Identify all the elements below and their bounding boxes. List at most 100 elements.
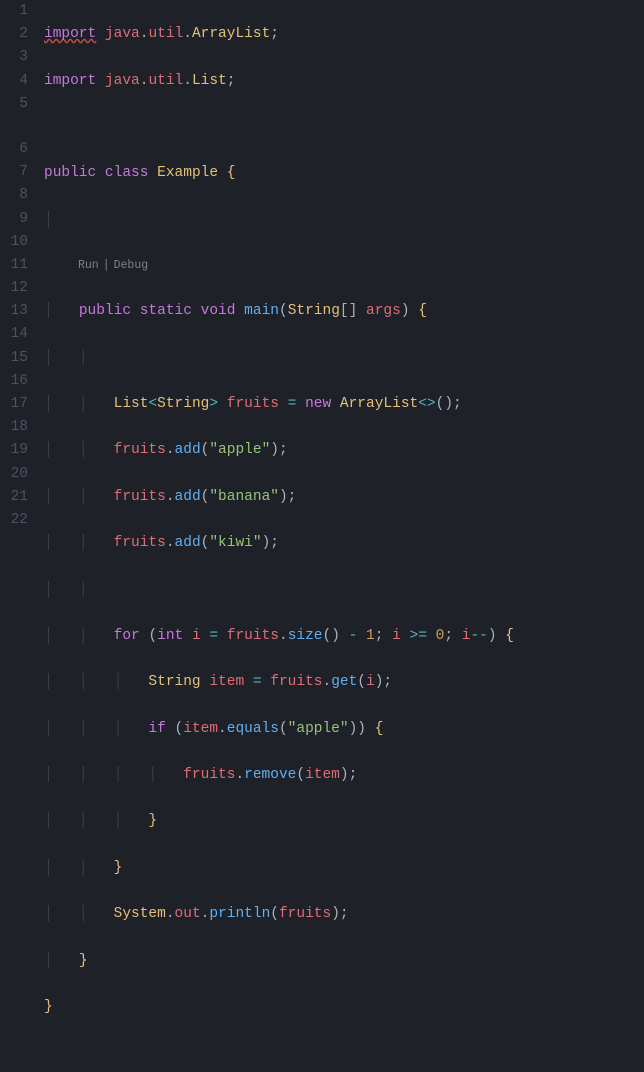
code-line[interactable]: │ │ for (int i = fruits.size() - 1; i >=… — [44, 625, 644, 648]
code-line[interactable]: import java.util.ArrayList; — [44, 23, 644, 46]
var: i — [392, 628, 401, 644]
param: args — [366, 303, 401, 319]
method: equals — [227, 721, 279, 737]
code-line[interactable]: │ │ System.out.println(fruits); — [44, 903, 644, 926]
line-number: 20 — [0, 463, 28, 486]
keyword: public — [79, 303, 131, 319]
keyword: class — [105, 165, 149, 181]
var: i — [366, 674, 375, 690]
line-number: 18 — [0, 416, 28, 439]
code-line[interactable]: │ } — [44, 950, 644, 973]
line-number: 22 — [0, 509, 28, 532]
keyword: int — [157, 628, 183, 644]
var: fruits — [183, 767, 235, 783]
code-line[interactable]: │ │ │ String item = fruits.get(i); — [44, 671, 644, 694]
pkg: java — [105, 26, 140, 42]
string-literal: "kiwi" — [209, 535, 261, 551]
keyword: if — [148, 721, 165, 737]
code-line[interactable]: │ │ │ if (item.equals("apple")) { — [44, 718, 644, 741]
var: item — [305, 767, 340, 783]
method: println — [209, 906, 270, 922]
code-line[interactable]: import java.util.List; — [44, 70, 644, 93]
codelens-run[interactable]: Run — [78, 257, 99, 275]
line-number: 12 — [0, 277, 28, 300]
line-number: 4 — [0, 70, 28, 93]
line-number: 11 — [0, 254, 28, 277]
keyword-import: import — [44, 26, 96, 42]
code-line[interactable]: } — [44, 996, 644, 1019]
pkg: java — [105, 73, 140, 89]
number: 0 — [436, 628, 445, 644]
var: fruits — [114, 489, 166, 505]
type: List — [192, 73, 227, 89]
code-area[interactable]: import java.util.ArrayList; import java.… — [44, 0, 644, 536]
pkg: util — [148, 26, 183, 42]
var: fruits — [227, 396, 279, 412]
code-line[interactable]: public class Example { — [44, 162, 644, 185]
code-lens: Run|Debug — [44, 255, 644, 277]
line-number: 2 — [0, 23, 28, 46]
line-number-gutter: 1 2 3 4 5 6 7 8 9 10 11 12 13 14 15 16 1… — [0, 0, 44, 536]
method-name: main — [244, 303, 279, 319]
line-number: 16 — [0, 370, 28, 393]
string-literal: "apple" — [209, 442, 270, 458]
number: 1 — [366, 628, 375, 644]
type: String — [288, 303, 340, 319]
keyword: new — [305, 396, 331, 412]
line-number: 17 — [0, 393, 28, 416]
keyword: for — [114, 628, 140, 644]
line-number: 3 — [0, 46, 28, 69]
line-number: 5 — [0, 93, 28, 116]
var: fruits — [227, 628, 279, 644]
line-number: 7 — [0, 161, 28, 184]
class-name: Example — [157, 165, 218, 181]
code-line[interactable]: │ │ │ │ fruits.remove(item); — [44, 764, 644, 787]
code-line[interactable]: │ │ — [44, 579, 644, 602]
var: i — [462, 628, 471, 644]
type: ArrayList — [192, 26, 270, 42]
line-number: 14 — [0, 323, 28, 346]
line-number: 8 — [0, 184, 28, 207]
code-line[interactable]: │ │ fruits.add("banana"); — [44, 486, 644, 509]
method: remove — [244, 767, 296, 783]
code-line[interactable]: │ public static void main(String[] args)… — [44, 300, 644, 323]
var: fruits — [114, 535, 166, 551]
method: size — [288, 628, 323, 644]
code-editor[interactable]: 1 2 3 4 5 6 7 8 9 10 11 12 13 14 15 16 1… — [0, 0, 644, 536]
code-line[interactable]: │ │ List<String> fruits = new ArrayList<… — [44, 393, 644, 416]
keyword-import: import — [44, 73, 96, 89]
method: add — [175, 535, 201, 551]
line-number: 15 — [0, 347, 28, 370]
var: fruits — [279, 906, 331, 922]
line-number: 9 — [0, 208, 28, 231]
keyword: static — [140, 303, 192, 319]
method: add — [175, 489, 201, 505]
field: out — [175, 906, 201, 922]
string-literal: "apple" — [288, 721, 349, 737]
code-line[interactable] — [44, 116, 644, 139]
var: fruits — [270, 674, 322, 690]
code-line[interactable]: │ │ fruits.add("apple"); — [44, 439, 644, 462]
type: String — [148, 674, 200, 690]
code-line[interactable]: │ │ │ } — [44, 810, 644, 833]
code-line[interactable]: │ │ — [44, 347, 644, 370]
line-number: 1 — [0, 0, 28, 23]
code-line[interactable] — [44, 1042, 644, 1065]
code-line[interactable]: │ │ } — [44, 857, 644, 880]
codelens-sep: | — [103, 257, 110, 275]
var: fruits — [114, 442, 166, 458]
codelens-debug[interactable]: Debug — [114, 257, 149, 275]
line-number: 13 — [0, 300, 28, 323]
method: get — [331, 674, 357, 690]
code-line[interactable]: │ — [44, 209, 644, 232]
keyword: public — [44, 165, 96, 181]
method: add — [175, 442, 201, 458]
pkg: util — [148, 73, 183, 89]
var: item — [183, 721, 218, 737]
var: item — [209, 674, 244, 690]
var: i — [192, 628, 201, 644]
type: System — [114, 906, 166, 922]
type: List — [114, 396, 149, 412]
keyword: void — [201, 303, 236, 319]
type: String — [157, 396, 209, 412]
